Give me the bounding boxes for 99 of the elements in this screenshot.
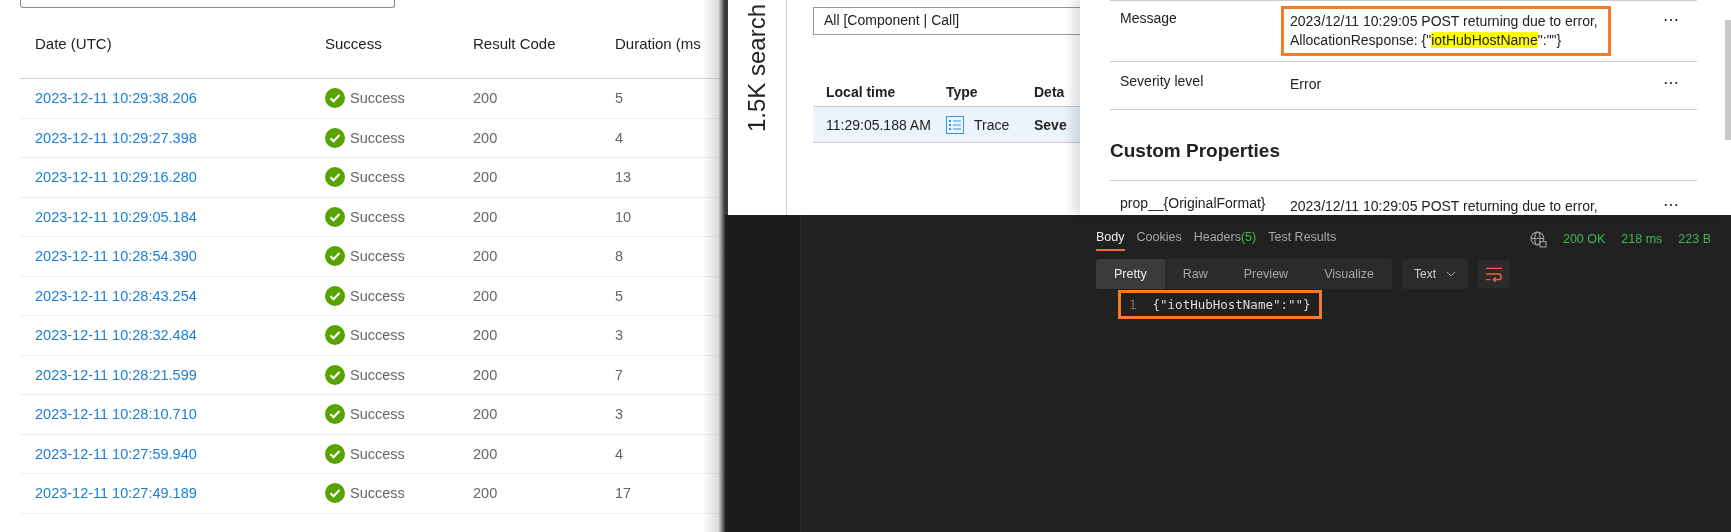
table-cell: 5 <box>615 90 624 107</box>
property-value: 2023/12/11 10:29:05 POST returning due to error, AllocationResponse: {"iotHubHostName":""} <box>1281 6 1611 56</box>
request-link[interactable]: 2023-12-11 10:29:38.206 <box>20 90 325 107</box>
more-button[interactable]: ⋯ <box>1663 195 1697 214</box>
view-tab[interactable]: Visualize <box>1306 259 1392 289</box>
table-cell: Seve <box>1034 116 1067 133</box>
scrollbar[interactable] <box>1725 20 1731 140</box>
table-cell: 7 <box>615 366 624 383</box>
table-cell-text: 200 <box>473 366 499 383</box>
property-label: prop__{OriginalFormat} <box>1119 195 1267 211</box>
status-text: Success <box>350 327 405 344</box>
check-circle-icon <box>325 206 345 227</box>
status-text: Success <box>350 406 405 423</box>
request-link[interactable]: 2023-12-11 10:28:43.254 <box>20 287 325 304</box>
list-icon <box>946 115 964 134</box>
response-time: 218 ms <box>1621 232 1663 246</box>
code-text: {"iotHubHostName":""} <box>1152 297 1311 312</box>
status-text: Success <box>350 485 405 502</box>
trace-row[interactable]: 11:29:05.188 AM Trace Seve <box>813 107 1080 143</box>
column-header: Duration (ms <box>615 34 701 52</box>
response-tab[interactable]: Body <box>1096 227 1125 251</box>
check-circle-icon <box>325 88 345 109</box>
table-cell: 5 <box>615 287 624 304</box>
table-cell-text: 200 <box>473 287 499 304</box>
table-cell-text: 200 <box>473 327 499 344</box>
view-tab[interactable]: Preview <box>1225 259 1307 289</box>
request-link[interactable]: 2023-12-11 10:28:10.710 <box>20 406 325 423</box>
line-number: 1 <box>1129 297 1137 312</box>
request-link[interactable]: 2023-12-11 10:27:59.940 <box>20 445 325 462</box>
table-cell: 3 <box>615 327 624 344</box>
request-link[interactable]: 2023-12-11 10:28:21.599 <box>20 366 325 383</box>
check-circle-icon <box>325 127 345 148</box>
status-code: 200 OK <box>1562 232 1606 246</box>
status-text: Success <box>350 208 405 225</box>
response-tab[interactable]: Headers(5) <box>1193 227 1257 251</box>
view-tab[interactable]: Pretty <box>1096 259 1165 289</box>
check-circle-icon <box>325 364 345 385</box>
status-text: Success <box>350 169 405 186</box>
section-heading: Custom Properties <box>1110 140 1281 162</box>
property-value: Error <box>1289 75 1323 94</box>
status-text: Success <box>350 248 405 265</box>
request-link[interactable]: 2023-12-11 10:29:16.280 <box>20 169 325 186</box>
check-circle-icon <box>325 325 345 346</box>
table-cell-text: 200 <box>473 485 499 502</box>
globe-icon[interactable] <box>1529 230 1547 248</box>
property-value: 2023/12/11 10:29:05 POST returning due to error, <box>1289 197 1599 215</box>
check-circle-icon <box>325 404 345 425</box>
check-circle-icon <box>325 443 345 464</box>
status-text: Success <box>350 366 405 383</box>
check-circle-icon <box>325 483 345 504</box>
table-cell-text: 200 <box>473 169 499 186</box>
response-tab[interactable]: Cookies <box>1136 227 1182 251</box>
check-circle-icon <box>325 167 345 188</box>
status-text: Success <box>350 90 405 107</box>
check-circle-icon <box>325 246 345 267</box>
check-circle-icon <box>325 285 345 306</box>
response-tab[interactable]: Test Results <box>1268 227 1337 251</box>
table-cell-text: 200 <box>473 90 499 107</box>
panel-title: 1.5K search <box>743 4 771 133</box>
wrap-button[interactable] <box>1477 260 1510 288</box>
request-link[interactable]: 2023-12-11 10:27:49.189 <box>20 485 325 502</box>
filter-dropdown[interactable]: All [Component | Call] <box>813 7 1080 35</box>
request-link[interactable]: 2023-12-11 10:29:27.398 <box>20 129 325 146</box>
type-text: Trace <box>974 116 1010 133</box>
search-field[interactable] <box>20 0 395 8</box>
wrap-icon <box>1484 266 1503 282</box>
column-header: Local time <box>825 84 897 100</box>
table-cell: 8 <box>615 248 624 265</box>
response-size: 223 B <box>1678 232 1711 246</box>
more-button[interactable]: ⋯ <box>1663 10 1697 29</box>
column-header: Deta <box>1034 84 1065 100</box>
table-cell-text: 200 <box>473 129 499 146</box>
table-cell: 13 <box>615 169 632 186</box>
property-label: Severity level <box>1119 73 1205 89</box>
chevron-down-icon <box>1445 271 1456 277</box>
table-cell-text: 200 <box>473 445 499 462</box>
view-tab[interactable]: Raw <box>1164 259 1226 289</box>
table-cell: 17 <box>615 485 632 502</box>
more-button[interactable]: ⋯ <box>1663 73 1697 92</box>
request-link[interactable]: 2023-12-11 10:28:32.484 <box>20 327 325 344</box>
request-link[interactable]: 2023-12-11 10:29:05.184 <box>20 208 325 225</box>
table-cell-text: 200 <box>473 406 499 423</box>
property-label: Message <box>1119 10 1178 26</box>
column-header: Date (UTC) <box>34 34 113 52</box>
column-header: Type <box>946 84 979 100</box>
table-cell-text: 11:29:05.188 AM <box>825 116 932 133</box>
table-cell: 3 <box>615 406 624 423</box>
table-cell-text: 200 <box>473 248 499 265</box>
table-cell: 4 <box>615 445 624 462</box>
table-cell-text: 200 <box>473 208 499 225</box>
status-text: Success <box>350 287 405 304</box>
table-cell: 4 <box>615 129 624 146</box>
column-header: Success <box>325 34 383 52</box>
request-link[interactable]: 2023-12-11 10:28:54.390 <box>20 248 325 265</box>
column-header: Result Code <box>473 34 557 52</box>
format-dropdown[interactable]: Text <box>1401 259 1468 289</box>
status-text: Success <box>350 129 405 146</box>
status-text: Success <box>350 445 405 462</box>
table-cell: 10 <box>615 208 632 225</box>
